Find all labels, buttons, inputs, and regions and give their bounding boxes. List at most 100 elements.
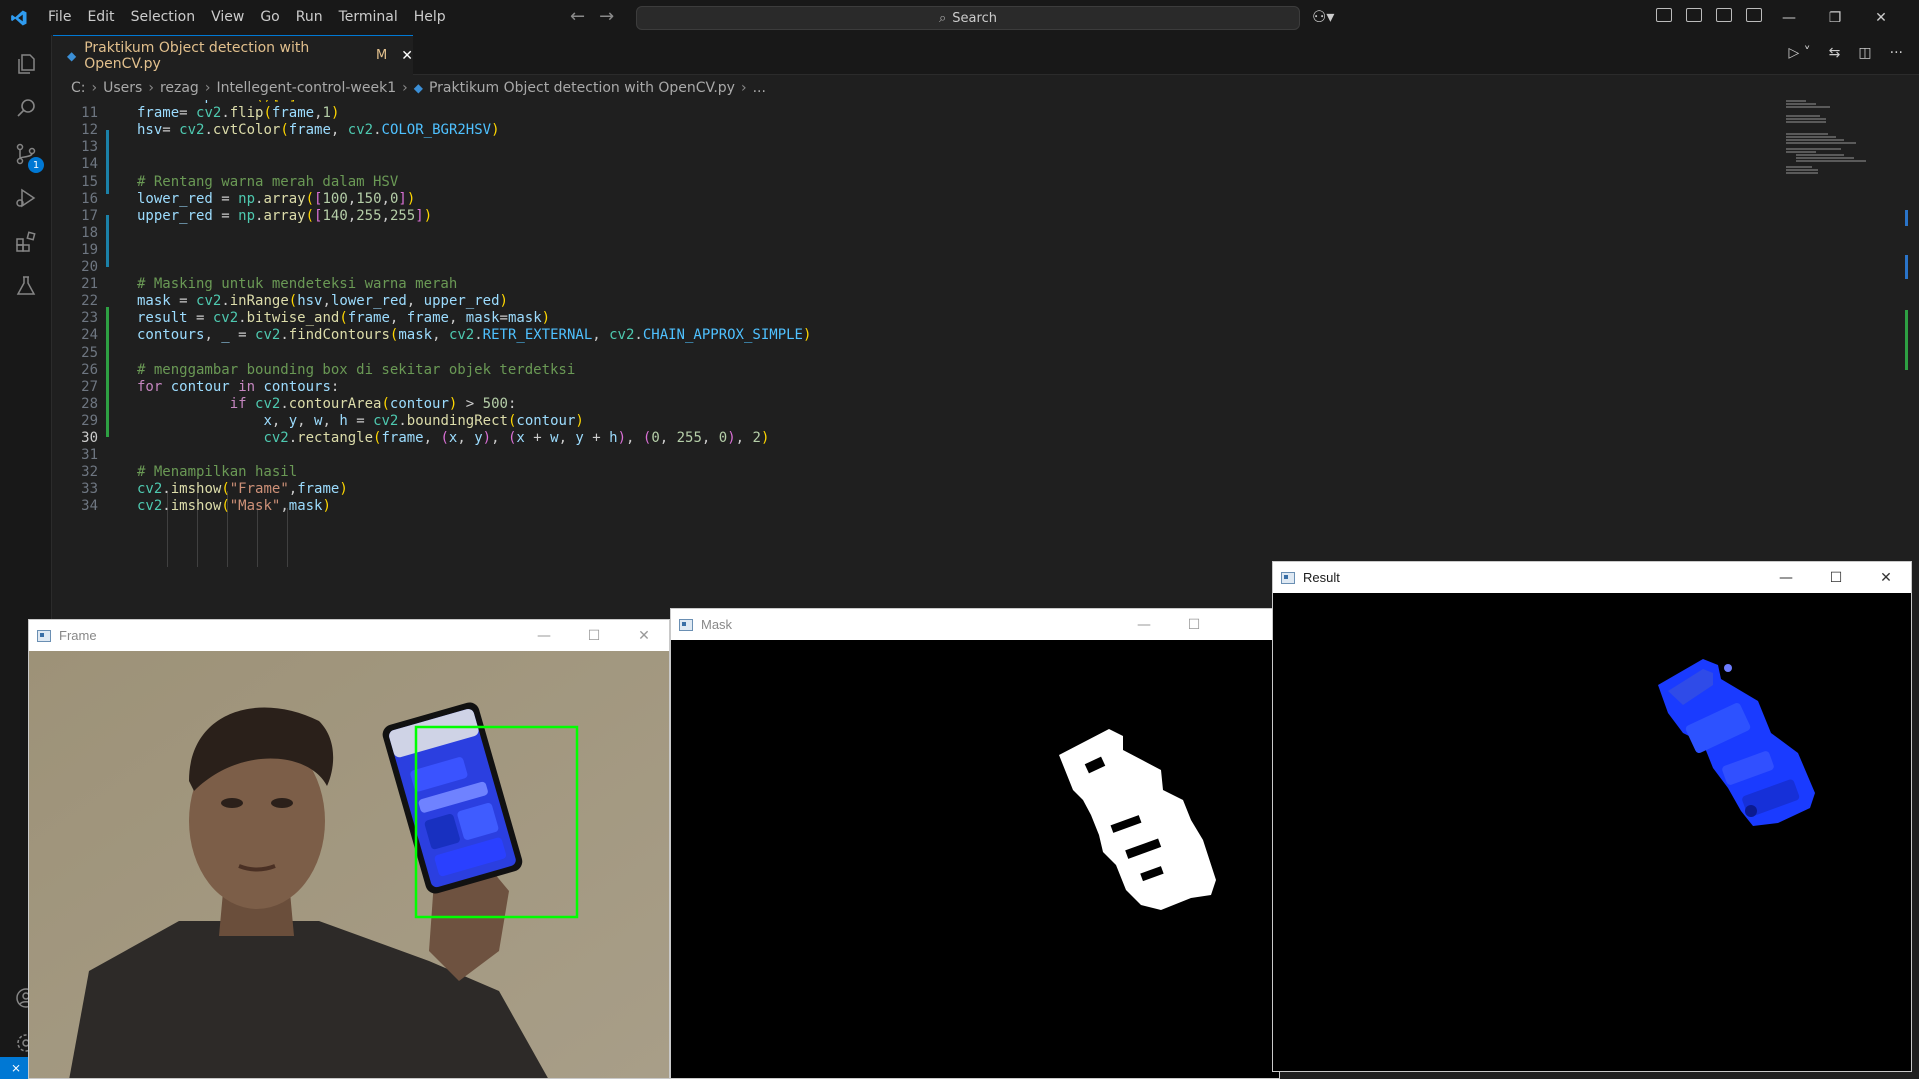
toggle-secondary-sidebar-icon[interactable] [1746,8,1762,22]
menu-item-view[interactable]: View [203,0,252,35]
code-token: cv2 [212,310,239,327]
minimize-icon[interactable]: — [1119,609,1169,640]
code-token: x [263,412,272,429]
code-token: mask [137,293,171,310]
code-token: _ [221,327,230,344]
nav-arrows: ← → [570,6,614,27]
code-token: cv2 [196,293,222,310]
tab-modified-indicator: M [376,48,388,63]
menu-item-terminal[interactable]: Terminal [331,0,406,35]
code-token: . [162,481,171,498]
code-token: lower_red [330,293,407,310]
split-editor-icon[interactable]: ◫ [1858,45,1871,61]
breadcrumb: C: › Users › rezag › Intellegent-control-we… [53,76,1919,100]
code-token: , [280,498,289,515]
tab-close-icon[interactable]: ✕ [401,48,413,64]
code-token: : [330,378,340,395]
minimize-icon[interactable]: — [1766,0,1812,35]
maximize-icon[interactable]: ☐ [1169,609,1219,640]
close-icon[interactable]: ✕ [619,620,669,651]
code-token: ) [499,293,508,310]
code-token: upper_red [423,293,500,310]
python-file-icon: ◆ [413,81,423,95]
command-center-search[interactable]: ⌕ Search [636,6,1300,30]
testing-flask-icon[interactable] [0,263,52,309]
code-token: y [288,412,298,429]
menu-bar: File Edit Selection View Go Run Terminal Help [40,0,454,35]
code-token: . [634,327,643,344]
close-icon[interactable]: ✕ [1861,562,1911,593]
opencv-window-icon [679,618,693,631]
extensions-icon[interactable] [0,219,52,265]
breadcrumb-user[interactable]: rezag [160,80,199,96]
code-token: . [280,395,289,412]
breadcrumb-folder[interactable]: Intellegent-control-week1 [216,80,396,96]
code-token: ( [280,122,289,139]
code-token: , [322,412,340,429]
code-token: , [314,105,323,122]
minimize-icon[interactable]: — [1761,562,1811,593]
code-token: if [229,395,247,412]
result-window[interactable]: Result — ☐ ✕ [1272,561,1912,1072]
code-token: frame [406,310,449,327]
breadcrumb-symbol[interactable]: ... [753,80,766,96]
code-token: CHAIN_APPROX_SIMPLE [642,327,803,344]
code-token: , [448,310,466,327]
menu-item-help[interactable]: Help [406,0,454,35]
code-text: cv2.imshow("Mask",mask) [137,496,331,517]
mask-window-titlebar[interactable]: Mask — ☐ [671,609,1279,640]
back-arrow-icon[interactable]: ← [570,6,585,27]
breadcrumb-drive[interactable]: C: [71,80,86,96]
menu-item-edit[interactable]: Edit [79,0,122,35]
frame-window-titlebar[interactable]: Frame — ☐ ✕ [29,620,669,651]
code-line[interactable]: 34 cv2.imshow("Mask",mask) [53,496,1853,517]
open-changes-icon[interactable]: ⇆ [1829,45,1841,61]
run-debug-icon[interactable] [0,175,52,221]
run-python-icon[interactable]: ▷ ˅ [1788,45,1810,61]
restore-icon[interactable]: ❐ [1812,0,1858,35]
breadcrumb-users[interactable]: Users [103,80,142,96]
minimize-icon[interactable]: — [519,620,569,651]
menu-item-file[interactable]: File [40,0,79,35]
search-view-icon[interactable] [0,85,52,131]
tab-active-file[interactable]: ◆ Praktikum Object detection with OpenCV… [53,35,413,75]
code-token: = [187,310,213,327]
code-token: = [162,122,180,139]
breadcrumb-file[interactable]: Praktikum Object detection with OpenCV.p… [429,80,735,96]
maximize-icon[interactable]: ☐ [569,620,619,651]
code-token: "Frame" [229,481,289,498]
code-token: . [288,430,298,446]
minimap[interactable] [1786,100,1896,190]
code-token: ( [288,293,298,310]
customize-layout-icon[interactable] [1656,8,1672,22]
code-token: = [347,412,374,429]
code-token: mask [288,498,323,515]
code-token: , [659,430,677,446]
menu-item-selection[interactable]: Selection [123,0,204,35]
copilot-icon[interactable]: ⚇▾ [1312,7,1334,26]
menu-item-run[interactable]: Run [288,0,331,35]
code-token: cv2 [196,105,222,122]
source-control-icon[interactable]: 1 [0,131,52,177]
result-window-titlebar[interactable]: Result — ☐ ✕ [1273,562,1911,593]
explorer-icon[interactable] [0,41,52,87]
close-icon[interactable]: ✕ [1858,0,1904,35]
frame-window[interactable]: Frame — ☐ ✕ [28,619,670,1079]
code-token: mask [507,310,542,327]
toggle-primary-sidebar-icon[interactable] [1686,8,1702,22]
code-token: 100 [322,190,348,207]
code-token: for [137,378,163,395]
code-token: COLOR_BGR2HSV [381,122,492,139]
maximize-icon[interactable]: ☐ [1811,562,1861,593]
mask-window[interactable]: Mask — ☐ [670,608,1280,1079]
more-actions-icon[interactable]: ··· [1890,45,1903,61]
code-token: result [137,310,188,327]
source-control-badge: 1 [28,157,44,173]
code-token: 255 [389,207,416,224]
code-token: boundingRect [406,412,508,429]
forward-arrow-icon[interactable]: → [599,6,614,27]
toggle-panel-icon[interactable] [1716,8,1732,22]
menu-item-go[interactable]: Go [252,0,287,35]
code-token: > [457,395,483,412]
